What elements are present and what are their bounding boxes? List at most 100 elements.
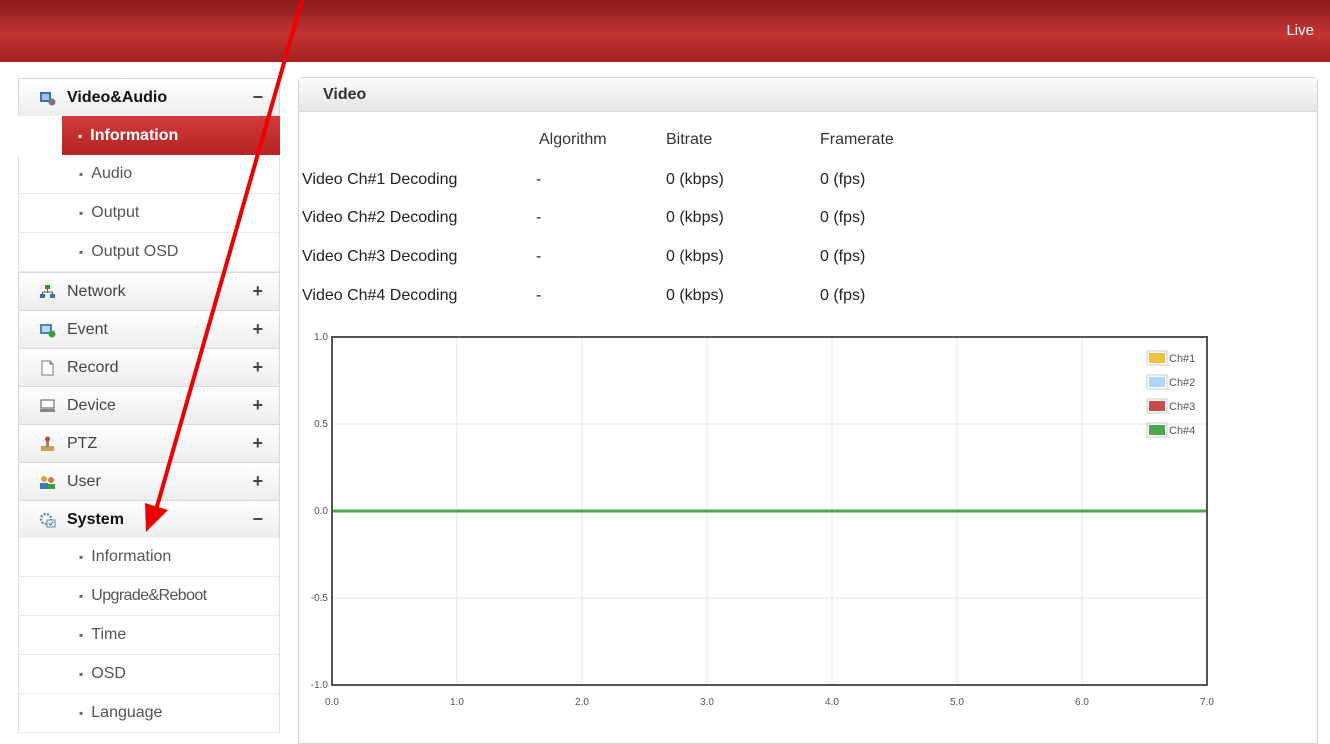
menu-network[interactable]: Network + <box>18 272 280 310</box>
legend-swatch <box>1149 377 1165 387</box>
menu-label: Record <box>67 358 119 376</box>
submenu-label: Information <box>90 126 179 144</box>
submenu-language[interactable]: ▪ Language <box>18 694 280 733</box>
bullet-icon: ▪ <box>78 128 83 143</box>
column-header-algorithm: Algorithm <box>539 131 607 148</box>
row-framerate: 0 (fps) <box>820 171 866 188</box>
live-link[interactable]: Live <box>1286 22 1314 39</box>
row-algorithm: - <box>536 171 542 188</box>
legend-label: Ch#1 <box>1169 353 1195 365</box>
panel-title: Video <box>323 86 367 103</box>
submenu-time[interactable]: ▪ Time <box>18 616 280 655</box>
menu-label: Video&Audio <box>67 88 168 106</box>
row-bitrate: 0 (kbps) <box>666 171 724 188</box>
column-header-bitrate: Bitrate <box>666 131 713 148</box>
submenu-label: Output <box>91 204 140 221</box>
row-algorithm: - <box>536 209 542 226</box>
menu-device[interactable]: Device + <box>18 386 280 424</box>
chart-legend: Ch#1 Ch#2 Ch#3 Ch#4 <box>1146 350 1195 438</box>
submenu-upgrade-reboot[interactable]: ▪ Upgrade&Reboot <box>18 577 280 616</box>
submenu-osd[interactable]: ▪ OSD <box>18 655 280 694</box>
column-header-framerate: Framerate <box>820 131 894 148</box>
x-tick-label: 2.0 <box>575 697 589 708</box>
row-framerate: 0 (fps) <box>820 287 866 304</box>
menu-label: Network <box>67 282 126 300</box>
row-name: Video Ch#1 Decoding <box>302 171 458 188</box>
video-audio-icon <box>39 90 56 106</box>
submenu-label: Time <box>91 626 127 643</box>
submenu-label: Information <box>91 548 172 565</box>
submenu-output-osd[interactable]: ▪ Output OSD <box>18 233 280 272</box>
network-icon <box>39 284 56 300</box>
bullet-icon: ▪ <box>79 550 84 564</box>
menu-label: PTZ <box>67 434 98 452</box>
row-name: Video Ch#3 Decoding <box>302 248 458 265</box>
expand-icon[interactable]: + <box>252 357 263 378</box>
y-tick-label: 1.0 <box>314 332 328 343</box>
row-bitrate: 0 (kbps) <box>666 287 724 304</box>
bullet-icon: ▪ <box>79 167 84 181</box>
menu-event[interactable]: Event + <box>18 310 280 348</box>
menu-record[interactable]: Record + <box>18 348 280 386</box>
row-bitrate: 0 (kbps) <box>666 248 724 265</box>
system-icon <box>39 512 56 528</box>
expand-icon[interactable]: + <box>252 433 263 454</box>
menu-ptz[interactable]: PTZ + <box>18 424 280 462</box>
menu-video-audio[interactable]: Video&Audio − <box>18 78 280 116</box>
bullet-icon: ▪ <box>79 667 84 681</box>
legend-label: Ch#2 <box>1169 377 1195 389</box>
expand-icon[interactable]: + <box>252 395 263 416</box>
y-tick-label: 0.0 <box>314 506 328 517</box>
legend-swatch <box>1149 353 1165 363</box>
menu-user[interactable]: User + <box>18 462 280 500</box>
row-name: Video Ch#2 Decoding <box>302 209 458 226</box>
sidebar-menu: Video&Audio − ▪ Information ▪ Audio ▪ Ou… <box>18 78 280 733</box>
menu-label: Device <box>67 396 116 414</box>
row-algorithm: - <box>536 248 542 265</box>
menu-label: System <box>67 510 124 528</box>
panel-header: Video <box>299 78 1317 112</box>
submenu-label: Upgrade&Reboot <box>91 587 207 604</box>
bullet-icon: ▪ <box>79 628 84 642</box>
submenu-label: OSD <box>91 665 126 682</box>
submenu-label: Audio <box>91 165 133 182</box>
menu-system[interactable]: System − <box>18 500 280 538</box>
y-tick-label: -0.5 <box>311 593 329 604</box>
row-framerate: 0 (fps) <box>820 248 866 265</box>
x-tick-label: 6.0 <box>1075 697 1089 708</box>
top-bar: Live <box>0 0 1330 62</box>
bullet-icon: ▪ <box>79 706 84 720</box>
bullet-icon: ▪ <box>79 245 84 259</box>
submenu-output[interactable]: ▪ Output <box>18 194 280 233</box>
row-bitrate: 0 (kbps) <box>666 209 724 226</box>
collapse-icon[interactable]: − <box>252 509 263 530</box>
expand-icon[interactable]: + <box>252 281 263 302</box>
y-axis-ticks: 1.0 0.5 0.0 -0.5 -1.0 <box>311 332 329 691</box>
x-tick-label: 4.0 <box>825 697 839 708</box>
x-axis-ticks: 0.0 1.0 2.0 3.0 4.0 5.0 6.0 7.0 <box>325 697 1214 708</box>
legend-label: Ch#3 <box>1169 401 1195 413</box>
row-algorithm: - <box>536 287 542 304</box>
menu-label: Event <box>67 320 108 338</box>
x-tick-label: 7.0 <box>1200 697 1214 708</box>
x-tick-label: 3.0 <box>700 697 714 708</box>
legend-swatch <box>1149 425 1165 435</box>
legend-label: Ch#4 <box>1169 425 1195 437</box>
legend-swatch <box>1149 401 1165 411</box>
row-name: Video Ch#4 Decoding <box>302 287 458 304</box>
submenu-label: Language <box>91 704 163 721</box>
collapse-icon[interactable]: − <box>252 87 263 108</box>
bullet-icon: ▪ <box>79 589 84 603</box>
submenu-audio[interactable]: ▪ Audio <box>18 155 280 194</box>
submenu-video-information[interactable]: ▪ Information <box>62 116 280 155</box>
submenu-system-information[interactable]: ▪ Information <box>18 538 280 577</box>
user-icon <box>39 474 56 490</box>
y-tick-label: -1.0 <box>311 680 329 691</box>
menu-label: User <box>67 472 101 490</box>
decoding-chart: 1.0 0.5 0.0 -0.5 -1.0 0.0 1.0 2.0 3.0 4.0 5.0 6.0 7… <box>311 332 1215 708</box>
expand-icon[interactable]: + <box>252 319 263 340</box>
x-tick-label: 0.0 <box>325 697 339 708</box>
row-framerate: 0 (fps) <box>820 209 866 226</box>
event-icon <box>39 322 56 338</box>
expand-icon[interactable]: + <box>252 471 263 492</box>
